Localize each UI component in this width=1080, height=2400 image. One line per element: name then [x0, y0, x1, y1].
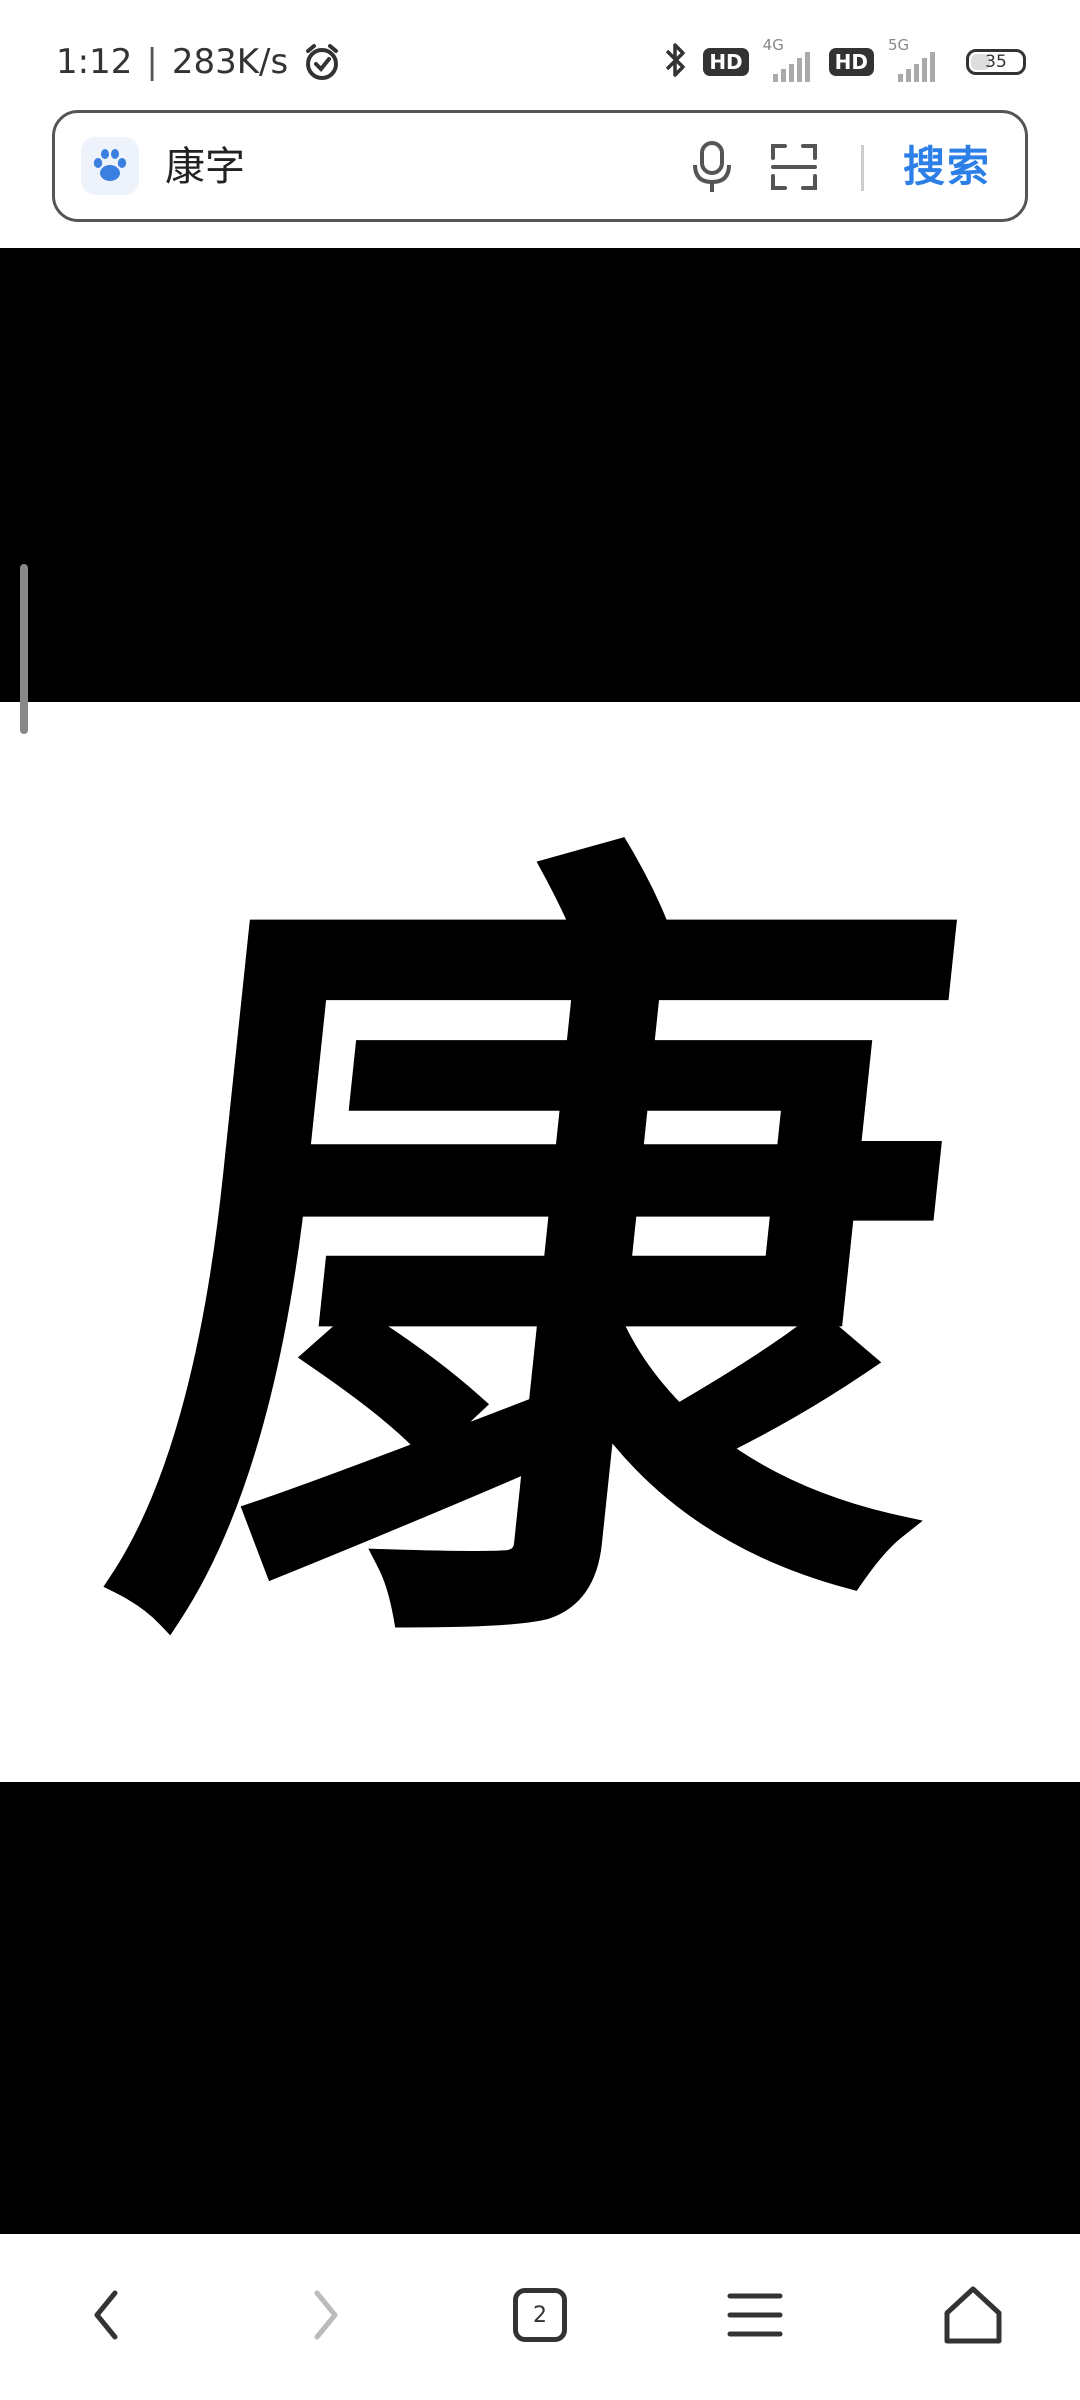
- browser-screen: 1:12 | 283K/s HD 4G HD 5G 35 康字 搜索 康 2: [0, 0, 1080, 2400]
- baidu-paw-icon[interactable]: [81, 137, 139, 195]
- image-viewer[interactable]: 康: [0, 248, 1080, 2234]
- status-left: 1:12 | 283K/s: [56, 34, 342, 90]
- chevron-left-icon: [94, 2290, 118, 2340]
- calligraphy-character: 康: [79, 780, 1001, 1743]
- sim2-hd-badge: HD: [828, 48, 874, 76]
- bluetooth-icon: [663, 40, 689, 84]
- back-button[interactable]: [52, 2260, 162, 2370]
- character-image[interactable]: 康: [0, 702, 1080, 1782]
- search-input[interactable]: 康字: [165, 140, 245, 194]
- tabs-icon: 2: [513, 2288, 567, 2342]
- search-submit-button[interactable]: 搜索: [903, 137, 991, 197]
- hamburger-menu-icon: [727, 2293, 783, 2337]
- battery-icon: 35: [966, 49, 1026, 75]
- sim1-signal: 4G: [763, 36, 815, 84]
- status-time: 1:12: [56, 42, 133, 82]
- signal-icon: [898, 52, 935, 82]
- bottom-nav: 2: [0, 2234, 1080, 2400]
- tab-count: 2: [533, 2302, 547, 2328]
- home-icon: [944, 2286, 1002, 2344]
- home-button[interactable]: [918, 2260, 1028, 2370]
- scroll-indicator[interactable]: [20, 564, 28, 734]
- sim2-signal: 5G: [888, 36, 940, 84]
- menu-button[interactable]: [700, 2260, 810, 2370]
- battery-level: 35: [985, 52, 1007, 72]
- sim1-hd-badge: HD: [703, 48, 749, 76]
- tabs-button[interactable]: 2: [485, 2260, 595, 2370]
- search-divider: [861, 145, 864, 191]
- status-right: HD 4G HD 5G 35: [663, 36, 1026, 88]
- network-speed: 283K/s: [171, 42, 289, 82]
- signal-icon: [772, 52, 810, 82]
- alarm-clock-icon: [302, 42, 342, 82]
- chevron-right-icon: [314, 2290, 338, 2340]
- status-bar: 1:12 | 283K/s HD 4G HD 5G 35: [0, 0, 1080, 100]
- scan-icon[interactable]: [769, 142, 819, 192]
- search-box[interactable]: 康字 搜索: [52, 110, 1028, 222]
- search-area: 康字 搜索: [0, 100, 1080, 248]
- microphone-icon[interactable]: [687, 140, 737, 194]
- forward-button[interactable]: [270, 2260, 380, 2370]
- status-separator: |: [146, 42, 158, 82]
